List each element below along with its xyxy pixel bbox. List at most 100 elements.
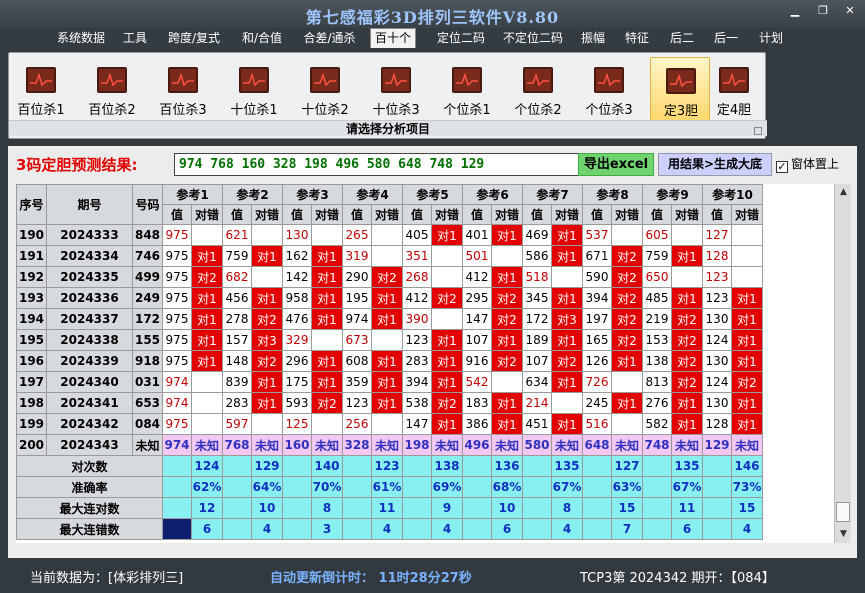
value-cell: 839 [222, 371, 252, 393]
scroll-up-icon[interactable]: ▲ [835, 184, 852, 201]
value-cell: 537 [582, 224, 612, 246]
ribbon-button[interactable]: 个位杀1 [437, 57, 497, 121]
stat-value: 127 [611, 455, 643, 477]
result-cell: 对1 [191, 245, 223, 267]
restore-icon[interactable]: ❐ [814, 4, 832, 18]
result-cell: 对1 [731, 308, 763, 330]
stat-spacer [702, 497, 732, 519]
header-ref: 参考9 [642, 184, 703, 205]
menu-item[interactable]: 百十个 [370, 28, 416, 48]
menu-item[interactable]: 定位二码 [428, 30, 494, 48]
ribbon-button[interactable]: 个位杀2 [508, 57, 568, 121]
checkbox-icon[interactable]: ✓ [776, 161, 788, 173]
ribbon-button[interactable]: 十位杀2 [295, 57, 355, 121]
result-cell [191, 413, 223, 435]
stat-spacer [402, 497, 432, 519]
ribbon-button[interactable]: 定4胆 [709, 57, 759, 121]
ribbon-button[interactable]: 十位杀1 [224, 57, 284, 121]
prediction-row[interactable]: 200 2024343 未知 974 未知 768 未知 160 未知 328 未知 198 未知 496… [16, 434, 763, 456]
ribbon-button[interactable]: 个位杀3 [579, 57, 639, 121]
close-icon[interactable]: ✕ [841, 4, 859, 18]
result-cell [611, 371, 643, 393]
menu-item[interactable]: 后二 [665, 30, 699, 48]
menu-item[interactable]: 合差/通杀 [297, 30, 362, 48]
chart-icon [97, 67, 127, 93]
result-cell: 对2 [611, 266, 643, 288]
table-row[interactable]: 195 2024338 155 975 对1 157 对3 329 673 123 对1 107 对1 1… [16, 329, 763, 351]
value-cell: 142 [282, 266, 312, 288]
table-row[interactable]: 199 2024342 084 975 597 125 256 147 对1 386 对1 451 对1… [16, 413, 763, 435]
stat-value: 61% [371, 476, 403, 498]
prediction-unknown: 未知 [191, 434, 223, 456]
ribbon-button[interactable]: 十位杀3 [366, 57, 426, 121]
menu-item[interactable]: 和/合值 [237, 30, 287, 48]
result-cell [551, 266, 583, 288]
table-row[interactable]: 197 2024340 031 974 839 对1 175 对1 359 对1 394 对1 542 6… [16, 371, 763, 393]
ribbon-panel: 定4胆 定3胆 个位杀3 个位杀2 个位杀1 十位杀3 十位杀2 十位杀1 百位杀3 百位杀2 百位… [8, 52, 767, 139]
result-cell: 对1 [671, 413, 703, 435]
period-cell: 2024336 [46, 287, 133, 309]
menu-item[interactable]: 不定位二码 [496, 30, 570, 48]
table-row[interactable]: 191 2024334 746 975 对1 759 对1 162 对1 319 351 501 586… [16, 245, 763, 267]
result-cell: 对2 [611, 287, 643, 309]
generate-big-base-button[interactable]: 用结果>生成大底 [658, 153, 772, 176]
value-cell: 123 [702, 287, 732, 309]
menu-item[interactable]: 计划 [754, 30, 788, 48]
menu-item[interactable]: 系统数据 [52, 30, 110, 48]
export-excel-button[interactable]: 导出excel [578, 153, 654, 176]
result-cell: 对1 [311, 266, 343, 288]
ribbon-button[interactable]: 百位杀2 [82, 57, 142, 121]
menu-item[interactable]: 后一 [709, 30, 743, 48]
value-cell: 975 [162, 350, 192, 372]
result-cell: 对1 [311, 308, 343, 330]
vertical-scrollbar[interactable]: ▲ ▼ [834, 184, 851, 543]
ribbon-button[interactable]: 百位杀1 [11, 57, 71, 121]
ribbon-expand-icon[interactable] [754, 127, 762, 135]
prediction-value: 496 [462, 434, 492, 456]
result-cell: 对2 [551, 350, 583, 372]
chart-icon [452, 67, 482, 93]
header-ref: 参考8 [582, 184, 643, 205]
table-row[interactable]: 198 2024341 653 974 283 对1 593 对2 123 对1 538 对2 183 对… [16, 392, 763, 414]
header-ok: 对错 [671, 204, 703, 225]
table-row[interactable]: 190 2024333 848 975 621 130 265 405 对1 401 对1 469 对1… [16, 224, 763, 246]
scroll-thumb[interactable] [836, 502, 850, 522]
code-cell: 249 [132, 287, 163, 309]
menu-item[interactable]: 振幅 [578, 30, 608, 48]
period-cell: 2024343 [46, 434, 133, 456]
ribbon-button[interactable]: 定3胆 [650, 57, 710, 121]
ribbon-button-label: 个位杀3 [585, 103, 633, 118]
table-row[interactable]: 196 2024339 918 975 对1 148 对2 296 对1 608 对1 283 对1 91… [16, 350, 763, 372]
table-row[interactable]: 192 2024335 499 975 对2 682 142 对1 290 对2 268 412 对1 5… [16, 266, 763, 288]
stat-spacer [162, 518, 192, 540]
window-on-top-checkbox[interactable]: ✓ 窗体置上 [776, 155, 839, 173]
menu-item[interactable]: 工具 [120, 30, 150, 48]
scroll-down-icon[interactable]: ▼ [835, 526, 852, 543]
table-row[interactable]: 193 2024336 249 975 对1 456 对1 958 对1 195 对1 412 对2 29… [16, 287, 763, 309]
value-cell: 153 [642, 329, 672, 351]
result-cell [191, 224, 223, 246]
menu-item[interactable]: 跨度/复式 [163, 30, 225, 48]
result-cell: 对1 [671, 287, 703, 309]
result-cell [731, 266, 763, 288]
minimize-icon[interactable]: ▁ [786, 4, 804, 18]
stat-value: 3 [311, 518, 343, 540]
result-cell: 对1 [251, 245, 283, 267]
result-field[interactable]: 974 768 160 328 198 496 580 648 748 129 [174, 153, 584, 176]
header-ok: 对错 [191, 204, 223, 225]
menu-item[interactable]: 特征 [620, 30, 654, 48]
result-cell: 对2 [671, 371, 703, 393]
value-cell: 974 [162, 392, 192, 414]
prediction-unknown: 未知 [371, 434, 403, 456]
status-bar: 当前数据为：[体彩排列三] 自动更新倒计时： 11时28分27秒 TCP3第 2… [0, 564, 865, 593]
value-cell: 123 [402, 329, 432, 351]
header-val: 值 [402, 204, 432, 225]
value-cell: 451 [522, 413, 552, 435]
stat-value: 4 [251, 518, 283, 540]
table-row[interactable]: 194 2024337 172 975 对1 278 对2 476 对1 974 对1 390 147 对… [16, 308, 763, 330]
ribbon-button[interactable]: 百位杀3 [153, 57, 213, 121]
chart-icon [310, 67, 340, 93]
result-cell: 对1 [551, 287, 583, 309]
stat-value: 10 [251, 497, 283, 519]
stat-value: 11 [371, 497, 403, 519]
